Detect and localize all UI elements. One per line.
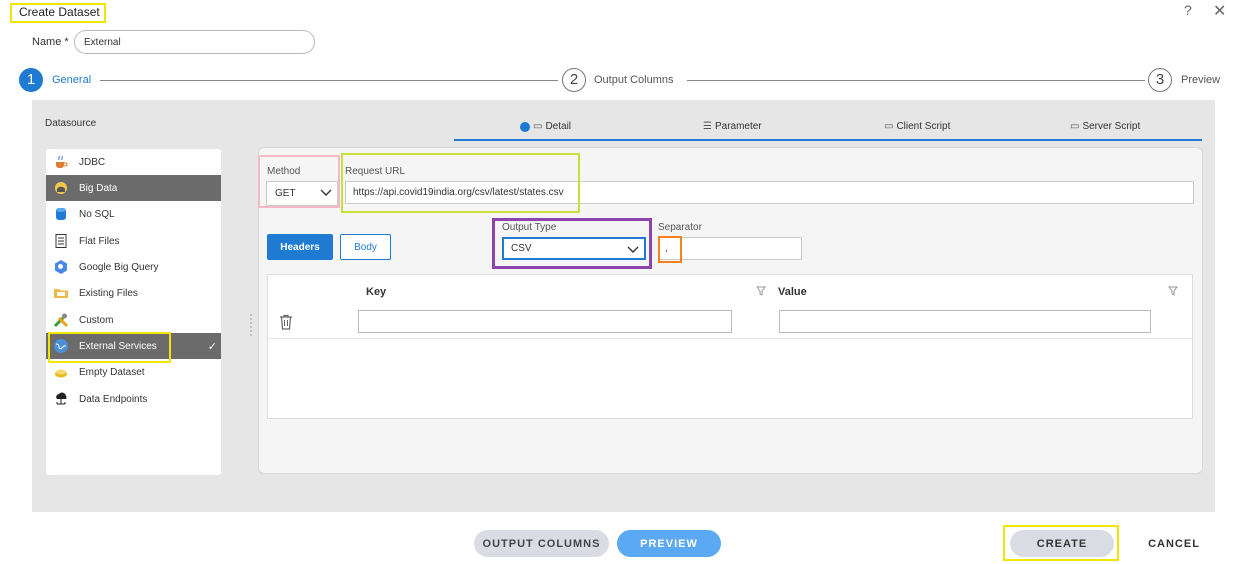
document-icon	[53, 233, 69, 249]
separator-label: Separator	[658, 222, 702, 233]
step-1-label[interactable]: General	[52, 74, 91, 86]
stepper-connector	[100, 80, 558, 81]
server-script-icon: ▭	[1070, 121, 1080, 132]
datasource-item-label: JDBC	[79, 156, 106, 168]
datasource-item-label: Empty Dataset	[79, 366, 145, 378]
cloud-network-icon	[53, 391, 69, 407]
external-services-highlight	[48, 332, 171, 363]
active-dot-icon	[520, 121, 530, 132]
database-icon	[53, 206, 69, 222]
monitor-icon: ▭	[884, 121, 894, 132]
datasource-item-label: Existing Files	[79, 287, 138, 299]
step-2-label[interactable]: Output Columns	[594, 74, 673, 86]
close-icon[interactable]: ✕	[1213, 1, 1226, 21]
step-3-label[interactable]: Preview	[1181, 74, 1220, 86]
datasource-item-big-data[interactable]: Big Data	[46, 175, 221, 201]
datasource-list: JDBC Big Data No SQL Flat Files Google B…	[46, 149, 221, 475]
step-1-circle[interactable]: 1	[19, 68, 43, 92]
tools-icon	[53, 312, 69, 328]
create-highlight	[1003, 525, 1119, 561]
table-row-divider	[268, 338, 1192, 339]
tab-label: Detail	[545, 121, 572, 132]
datasource-item-data-endpoints[interactable]: Data Endpoints	[46, 386, 221, 412]
key-input[interactable]	[358, 310, 732, 333]
cancel-button[interactable]: CANCEL	[1138, 530, 1210, 557]
datasource-item-google-big-query[interactable]: Google Big Query	[46, 254, 221, 280]
step-3-circle[interactable]: 3	[1148, 68, 1172, 92]
trash-icon[interactable]	[279, 314, 293, 330]
datasource-item-no-sql[interactable]: No SQL	[46, 201, 221, 227]
filter-icon[interactable]	[756, 286, 766, 299]
preview-button[interactable]: PREVIEW	[617, 530, 721, 557]
tab-server-script[interactable]: ▭ Server Script	[1070, 121, 1140, 132]
tab-client-script[interactable]: ▭ Client Script	[884, 121, 950, 132]
value-input[interactable]	[779, 310, 1151, 333]
datasource-item-label: Google Big Query	[79, 261, 159, 273]
tab-detail[interactable]: ▭ Detail	[520, 121, 571, 132]
name-input-value: External	[84, 36, 121, 48]
help-icon[interactable]: ?	[1184, 2, 1192, 18]
sliders-icon: ☰	[703, 121, 712, 132]
step-2-circle[interactable]: 2	[562, 68, 586, 92]
datasource-item-label: Data Endpoints	[79, 393, 148, 405]
request-url-highlight	[341, 153, 580, 213]
datasource-title: Datasource	[45, 118, 97, 129]
headers-table	[267, 274, 1193, 419]
empty-box-icon	[53, 364, 69, 380]
body-button[interactable]: Body	[340, 234, 391, 260]
checkmark-icon: ✓	[207, 340, 217, 353]
datasource-item-label: No SQL	[79, 208, 115, 220]
output-type-highlight	[492, 218, 652, 269]
filter-icon[interactable]	[1168, 286, 1178, 299]
resize-handle[interactable]	[249, 313, 253, 337]
elephant-icon	[53, 180, 69, 196]
datasource-item-existing-files[interactable]: Existing Files	[46, 280, 221, 306]
output-columns-button[interactable]: OUTPUT COLUMNS	[474, 530, 609, 557]
bigquery-icon	[53, 259, 69, 275]
folder-icon	[53, 285, 69, 301]
key-column-header: Key	[366, 286, 387, 298]
coffee-cup-icon	[53, 154, 69, 170]
dialog-title: Create Dataset	[19, 5, 100, 19]
method-highlight	[258, 155, 340, 208]
datasource-item-custom[interactable]: Custom	[46, 307, 221, 333]
datasource-item-label: Custom	[79, 314, 114, 326]
name-label: Name *	[32, 36, 69, 48]
datasource-item-label: Big Data	[79, 182, 118, 194]
datasource-item-jdbc[interactable]: JDBC	[46, 149, 221, 175]
headers-button[interactable]: Headers	[267, 234, 333, 260]
tab-parameter[interactable]: ☰ Parameter	[703, 121, 762, 132]
tab-label: Server Script	[1082, 121, 1141, 132]
value-column-header: Value	[778, 286, 807, 298]
name-input[interactable]: External	[74, 30, 315, 54]
tab-label: Parameter	[714, 121, 762, 132]
datasource-item-label: Flat Files	[79, 235, 120, 247]
separator-highlight	[658, 236, 682, 263]
detail-icon: ▭	[533, 121, 543, 132]
stepper-connector	[687, 80, 1145, 81]
tab-label: Client Script	[896, 121, 951, 132]
tabs-underline	[454, 139, 1202, 141]
datasource-item-flat-files[interactable]: Flat Files	[46, 228, 221, 254]
